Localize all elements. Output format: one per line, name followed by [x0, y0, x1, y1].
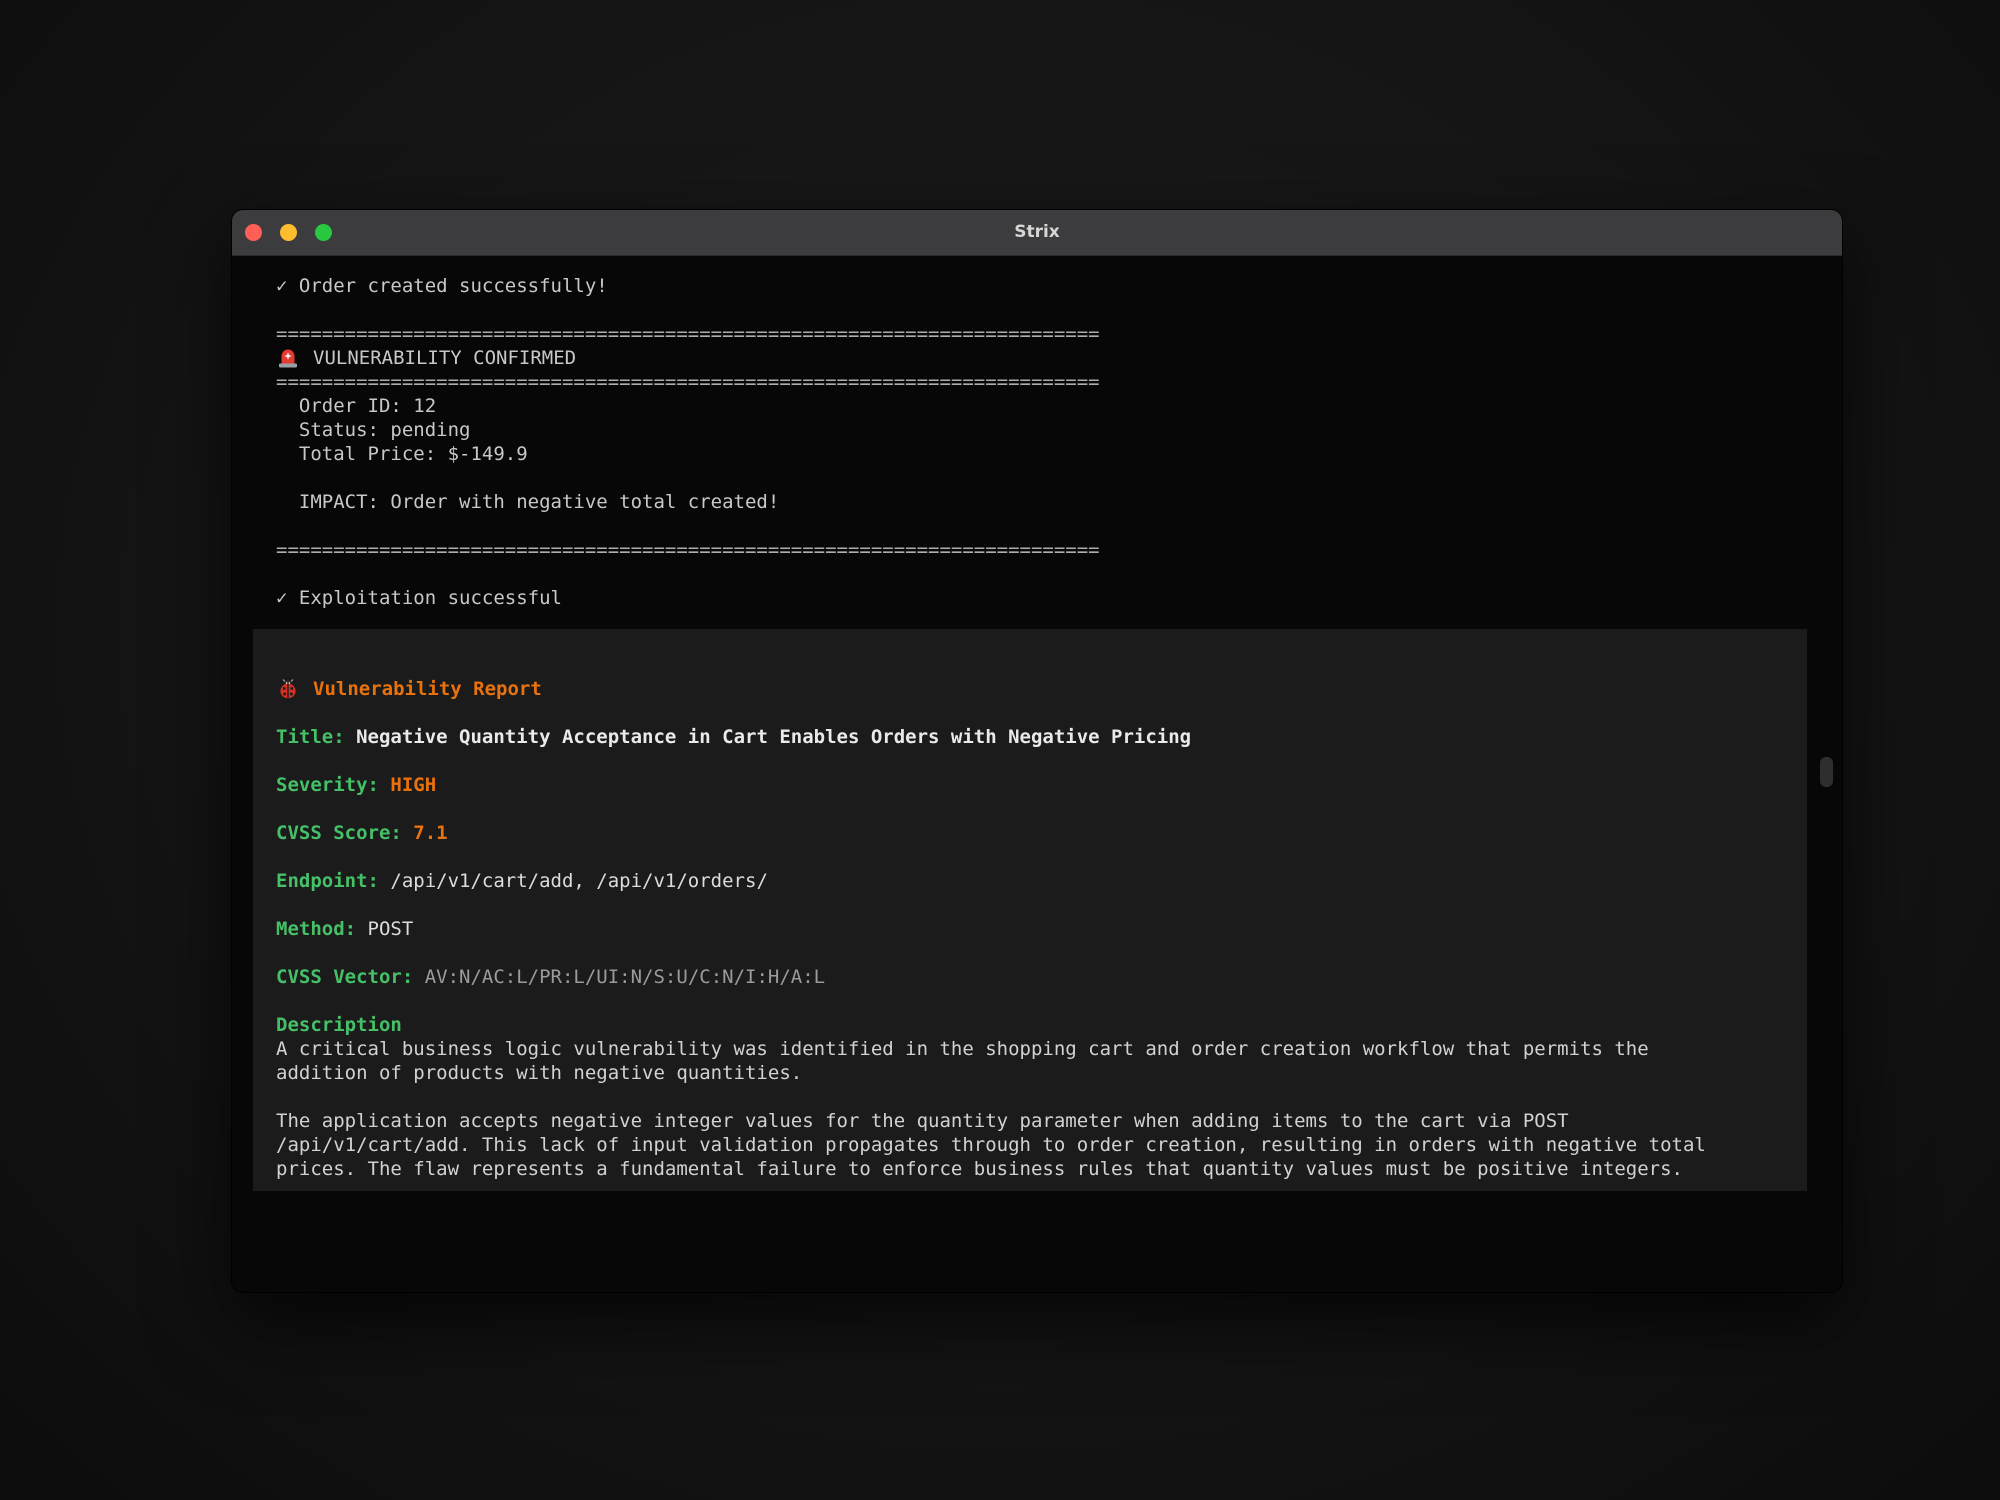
log-text: Order ID: 12 [276, 395, 436, 417]
report-field-row: Method: POST [276, 917, 1783, 941]
field-value: AV:N/AC:L/PR:L/UI:N/S:U/C:N/I:H/A:L [425, 966, 825, 988]
description-line: A critical business logic vulnerability … [276, 1037, 1783, 1061]
report-field-row: CVSS Score: 7.1 [276, 821, 1783, 845]
description-heading: Description [276, 1014, 402, 1036]
log-line: Status: pending [276, 418, 1842, 442]
log-text: IMPACT: Order with negative total create… [276, 491, 779, 513]
separator-text: ========================================… [276, 371, 1100, 393]
blank-line [276, 941, 1783, 965]
description-line: The application accepts negative integer… [276, 1109, 1783, 1133]
window-titlebar[interactable]: Strix [232, 210, 1842, 256]
separator-line: ========================================… [276, 322, 1842, 346]
description-text: /api/v1/cart/add. This lack of input val… [276, 1134, 1706, 1156]
exploit-log: ✓ Order created successfully! ===========… [276, 274, 1842, 610]
separator-text: ========================================… [276, 539, 1100, 561]
separator-line: ========================================… [276, 538, 1842, 562]
log-line: IMPACT: Order with negative total create… [276, 490, 1842, 514]
report-field-row: Severity: HIGH [276, 773, 1783, 797]
terminal-output: ✓ Order created successfully! ===========… [232, 256, 1842, 1191]
description-text: The application accepts negative integer… [276, 1110, 1569, 1132]
description-line: addition of products with negative quant… [276, 1061, 1783, 1085]
log-line: ✓ Order created successfully! [276, 274, 1842, 298]
siren-icon [276, 346, 300, 370]
blank-line [276, 466, 1842, 490]
field-value: HIGH [390, 774, 436, 796]
ladybug-icon [276, 677, 300, 701]
log-text: ✓ Exploitation successful [276, 587, 562, 609]
field-value: Negative Quantity Acceptance in Cart Ena… [356, 726, 1191, 748]
alert-heading: VULNERABILITY CONFIRMED [276, 346, 1842, 370]
field-label: CVSS Score: [276, 822, 413, 844]
description-text: A critical business logic vulnerability … [276, 1038, 1649, 1060]
blank-line [276, 749, 1783, 773]
field-label: Endpoint: [276, 870, 390, 892]
field-label: Title: [276, 726, 356, 748]
description-text: addition of products with negative quant… [276, 1062, 802, 1084]
log-line: ✓ Exploitation successful [276, 586, 1842, 610]
report-field-row: Endpoint: /api/v1/cart/add, /api/v1/orde… [276, 869, 1783, 893]
log-line: Order ID: 12 [276, 394, 1842, 418]
report-heading-row: Vulnerability Report [276, 677, 1783, 701]
alert-heading-text: VULNERABILITY CONFIRMED [313, 346, 576, 370]
field-value: POST [368, 918, 414, 940]
log-line: Total Price: $-149.9 [276, 442, 1842, 466]
log-text: Total Price: $-149.9 [276, 443, 528, 465]
blank-line [276, 845, 1783, 869]
blank-line [276, 1085, 1783, 1109]
log-text: Status: pending [276, 419, 470, 441]
description-heading-row: Description [276, 1013, 1783, 1037]
log-text: ✓ Order created successfully! [276, 275, 608, 297]
separator-text: ========================================… [276, 323, 1100, 345]
report-field-row: Title: Negative Quantity Acceptance in C… [276, 725, 1783, 749]
report-field-row: CVSS Vector: AV:N/AC:L/PR:L/UI:N/S:U/C:N… [276, 965, 1783, 989]
field-value: 7.1 [413, 822, 447, 844]
terminal-window: Strix ✓ Order created successfully! =====… [232, 210, 1842, 1292]
window-title: Strix [232, 210, 1842, 255]
blank-line [276, 562, 1842, 586]
description-line: prices. The flaw represents a fundamenta… [276, 1157, 1783, 1181]
description-line: /api/v1/cart/add. This lack of input val… [276, 1133, 1783, 1157]
blank-line [276, 797, 1783, 821]
field-label: Method: [276, 918, 368, 940]
blank-line [276, 893, 1783, 917]
separator-line: ========================================… [276, 370, 1842, 394]
blank-line [276, 298, 1842, 322]
blank-line [276, 989, 1783, 1013]
blank-line [276, 514, 1842, 538]
blank-line [276, 701, 1783, 725]
description-text: prices. The flaw represents a fundamenta… [276, 1158, 1683, 1180]
field-value: /api/v1/cart/add, /api/v1/orders/ [390, 870, 768, 892]
field-label: CVSS Vector: [276, 966, 425, 988]
scrollbar-thumb[interactable] [1820, 757, 1833, 787]
vulnerability-report-panel: Vulnerability Report Title: Negative Quan… [253, 629, 1807, 1191]
field-label: Severity: [276, 774, 390, 796]
report-heading-text: Vulnerability Report [313, 677, 542, 701]
